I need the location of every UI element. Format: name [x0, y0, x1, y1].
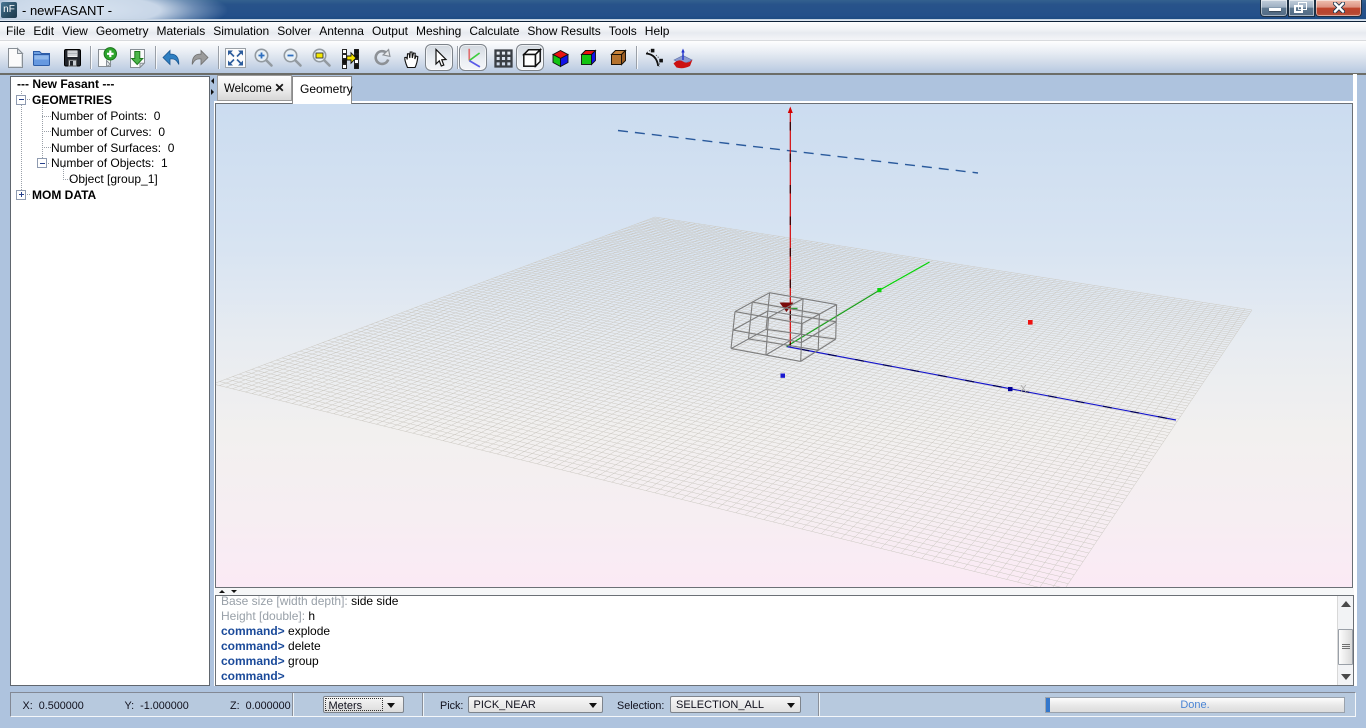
- svg-text:X: X: [1020, 384, 1027, 395]
